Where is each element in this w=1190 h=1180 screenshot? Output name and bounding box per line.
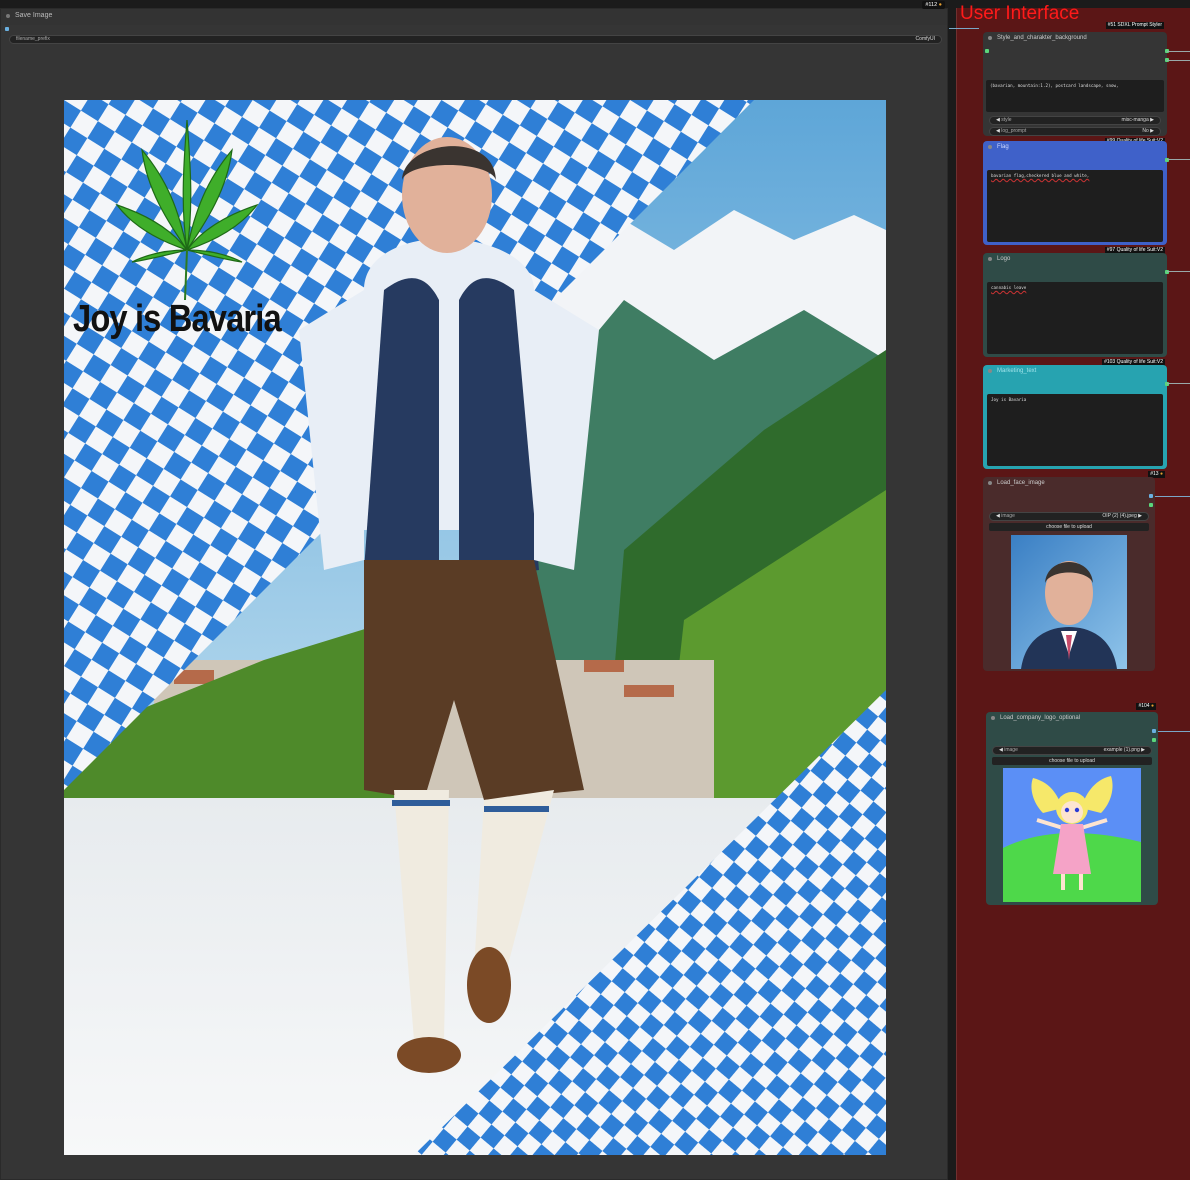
girl-drawing-image [1003,768,1141,902]
style-node[interactable]: #51 SDXL Prompt Styler Style_and_charakt… [983,22,1169,145]
connection-link [1158,731,1190,732]
filename-prefix-value: ComfyUI [915,36,935,42]
logo-prompt-textarea[interactable]: cannabis leave [987,282,1163,354]
flag-node-title-bar[interactable]: Flag [983,141,1167,153]
flag-node[interactable]: Flag bavarian flag,checkered blue and wh… [983,141,1169,254]
log-prompt-select[interactable]: ◀ log_prompt No ▶ [989,127,1161,136]
connection-link [1167,60,1190,61]
arrow-left-icon[interactable]: ◀ [996,117,1000,123]
logo-node[interactable]: Logo cannabis leave #103 Quality of life… [983,253,1169,366]
arrow-left-icon[interactable]: ◀ [996,128,1000,134]
arrow-right-icon[interactable]: ▶ [1141,747,1145,753]
collapse-dot-icon[interactable] [991,716,995,720]
collapse-dot-icon[interactable] [988,145,992,149]
load-face-title: Load_face_image [997,480,1045,486]
company-logo-title: Load_company_logo_optional [1000,715,1081,721]
filename-prefix-label: filename_prefix [16,36,50,42]
marketing-node-title-bar[interactable]: Marketing_text [983,365,1167,377]
image-output-icon[interactable] [1149,494,1153,498]
face-image-select[interactable]: ◀ image OIP (2) (4).jpeg ▶ [989,512,1149,521]
company-logo-node[interactable]: #104 ● Load_company_logo_optional ◀ imag… [986,703,1158,905]
flag-prompt-textarea[interactable]: bavarian flag,checkered blue and white, [987,170,1163,242]
marketing-node-title: Marketing_text [997,368,1037,374]
connection-link [1155,496,1190,497]
group-title: User Interface [960,3,1080,24]
mask-output-icon[interactable] [1152,738,1156,742]
load-face-title-bar[interactable]: Load_face_image [983,477,1155,489]
filename-prefix-widget[interactable]: filename_prefix ComfyUI [9,35,942,44]
logo-node-title-bar[interactable]: Logo [983,253,1167,265]
flag-node-title: Flag [997,144,1009,150]
connection-link [1167,51,1190,52]
logo-image-preview [1003,768,1141,902]
generated-image: Joy is Bavaria [64,100,886,1155]
style-node-title: Style_and_charakter_background [997,35,1087,41]
user-interface-group[interactable]: User Interface #51 SDXL Prompt Styler St… [949,3,1190,1180]
face-upload-button[interactable]: choose file to upload [989,523,1149,531]
arrow-right-icon[interactable]: ▶ [1150,128,1154,134]
collapse-dot-icon[interactable] [988,481,992,485]
collapse-dot-icon[interactable] [6,14,10,18]
face-image-preview [1011,535,1127,669]
load-face-node[interactable]: Load_face_image ◀ image OIP (2) (4).jpeg… [983,477,1155,671]
logo-upload-button[interactable]: choose file to upload [992,757,1152,765]
mask-output-icon[interactable] [1149,503,1153,507]
marketing-text-node[interactable]: Marketing_text Joy is Bavaria #13 ● [983,365,1169,478]
node-id-badge: #112 ● [922,1,945,9]
arrow-right-icon[interactable]: ▶ [1150,117,1154,123]
connection-link [1167,383,1190,384]
connection-link [1167,159,1190,160]
save-image-node[interactable]: #112 ● Save Image filename_prefix ComfyU… [0,1,948,1180]
logo-image-select[interactable]: ◀ image example (1).png ▶ [992,746,1152,755]
style-prompt-textarea[interactable]: (bavarian, mountain:1.2), postcard lands… [986,80,1164,112]
arrow-right-icon[interactable]: ▶ [1138,513,1142,519]
collapse-dot-icon[interactable] [988,36,992,40]
arrow-left-icon[interactable]: ◀ [996,513,1000,519]
image-output-icon[interactable] [1152,729,1156,733]
generated-image-artwork [64,100,886,1155]
marketing-prompt-textarea[interactable]: Joy is Bavaria [987,394,1163,466]
collapse-dot-icon[interactable] [988,369,992,373]
style-select[interactable]: ◀ style misc-manga ▶ [989,116,1161,125]
overlay-text: Joy is Bavaria [73,298,282,340]
connection-link [949,28,979,29]
connection-link [1167,271,1190,272]
logo-node-title: Logo [997,256,1011,262]
collapse-dot-icon[interactable] [988,257,992,261]
node-title: Save Image [15,12,53,19]
input-icon[interactable] [985,49,989,53]
images-input-icon[interactable] [5,27,9,31]
style-node-badge: #51 SDXL Prompt Styler [1105,22,1164,29]
company-logo-badge: #104 ● [1136,703,1156,710]
style-node-title-bar[interactable]: Style_and_charakter_background [983,32,1167,44]
face-portrait-image [1021,561,1117,669]
node-title-bar[interactable]: Save Image [1,9,947,25]
company-logo-title-bar[interactable]: Load_company_logo_optional [986,712,1158,724]
arrow-left-icon[interactable]: ◀ [999,747,1003,753]
